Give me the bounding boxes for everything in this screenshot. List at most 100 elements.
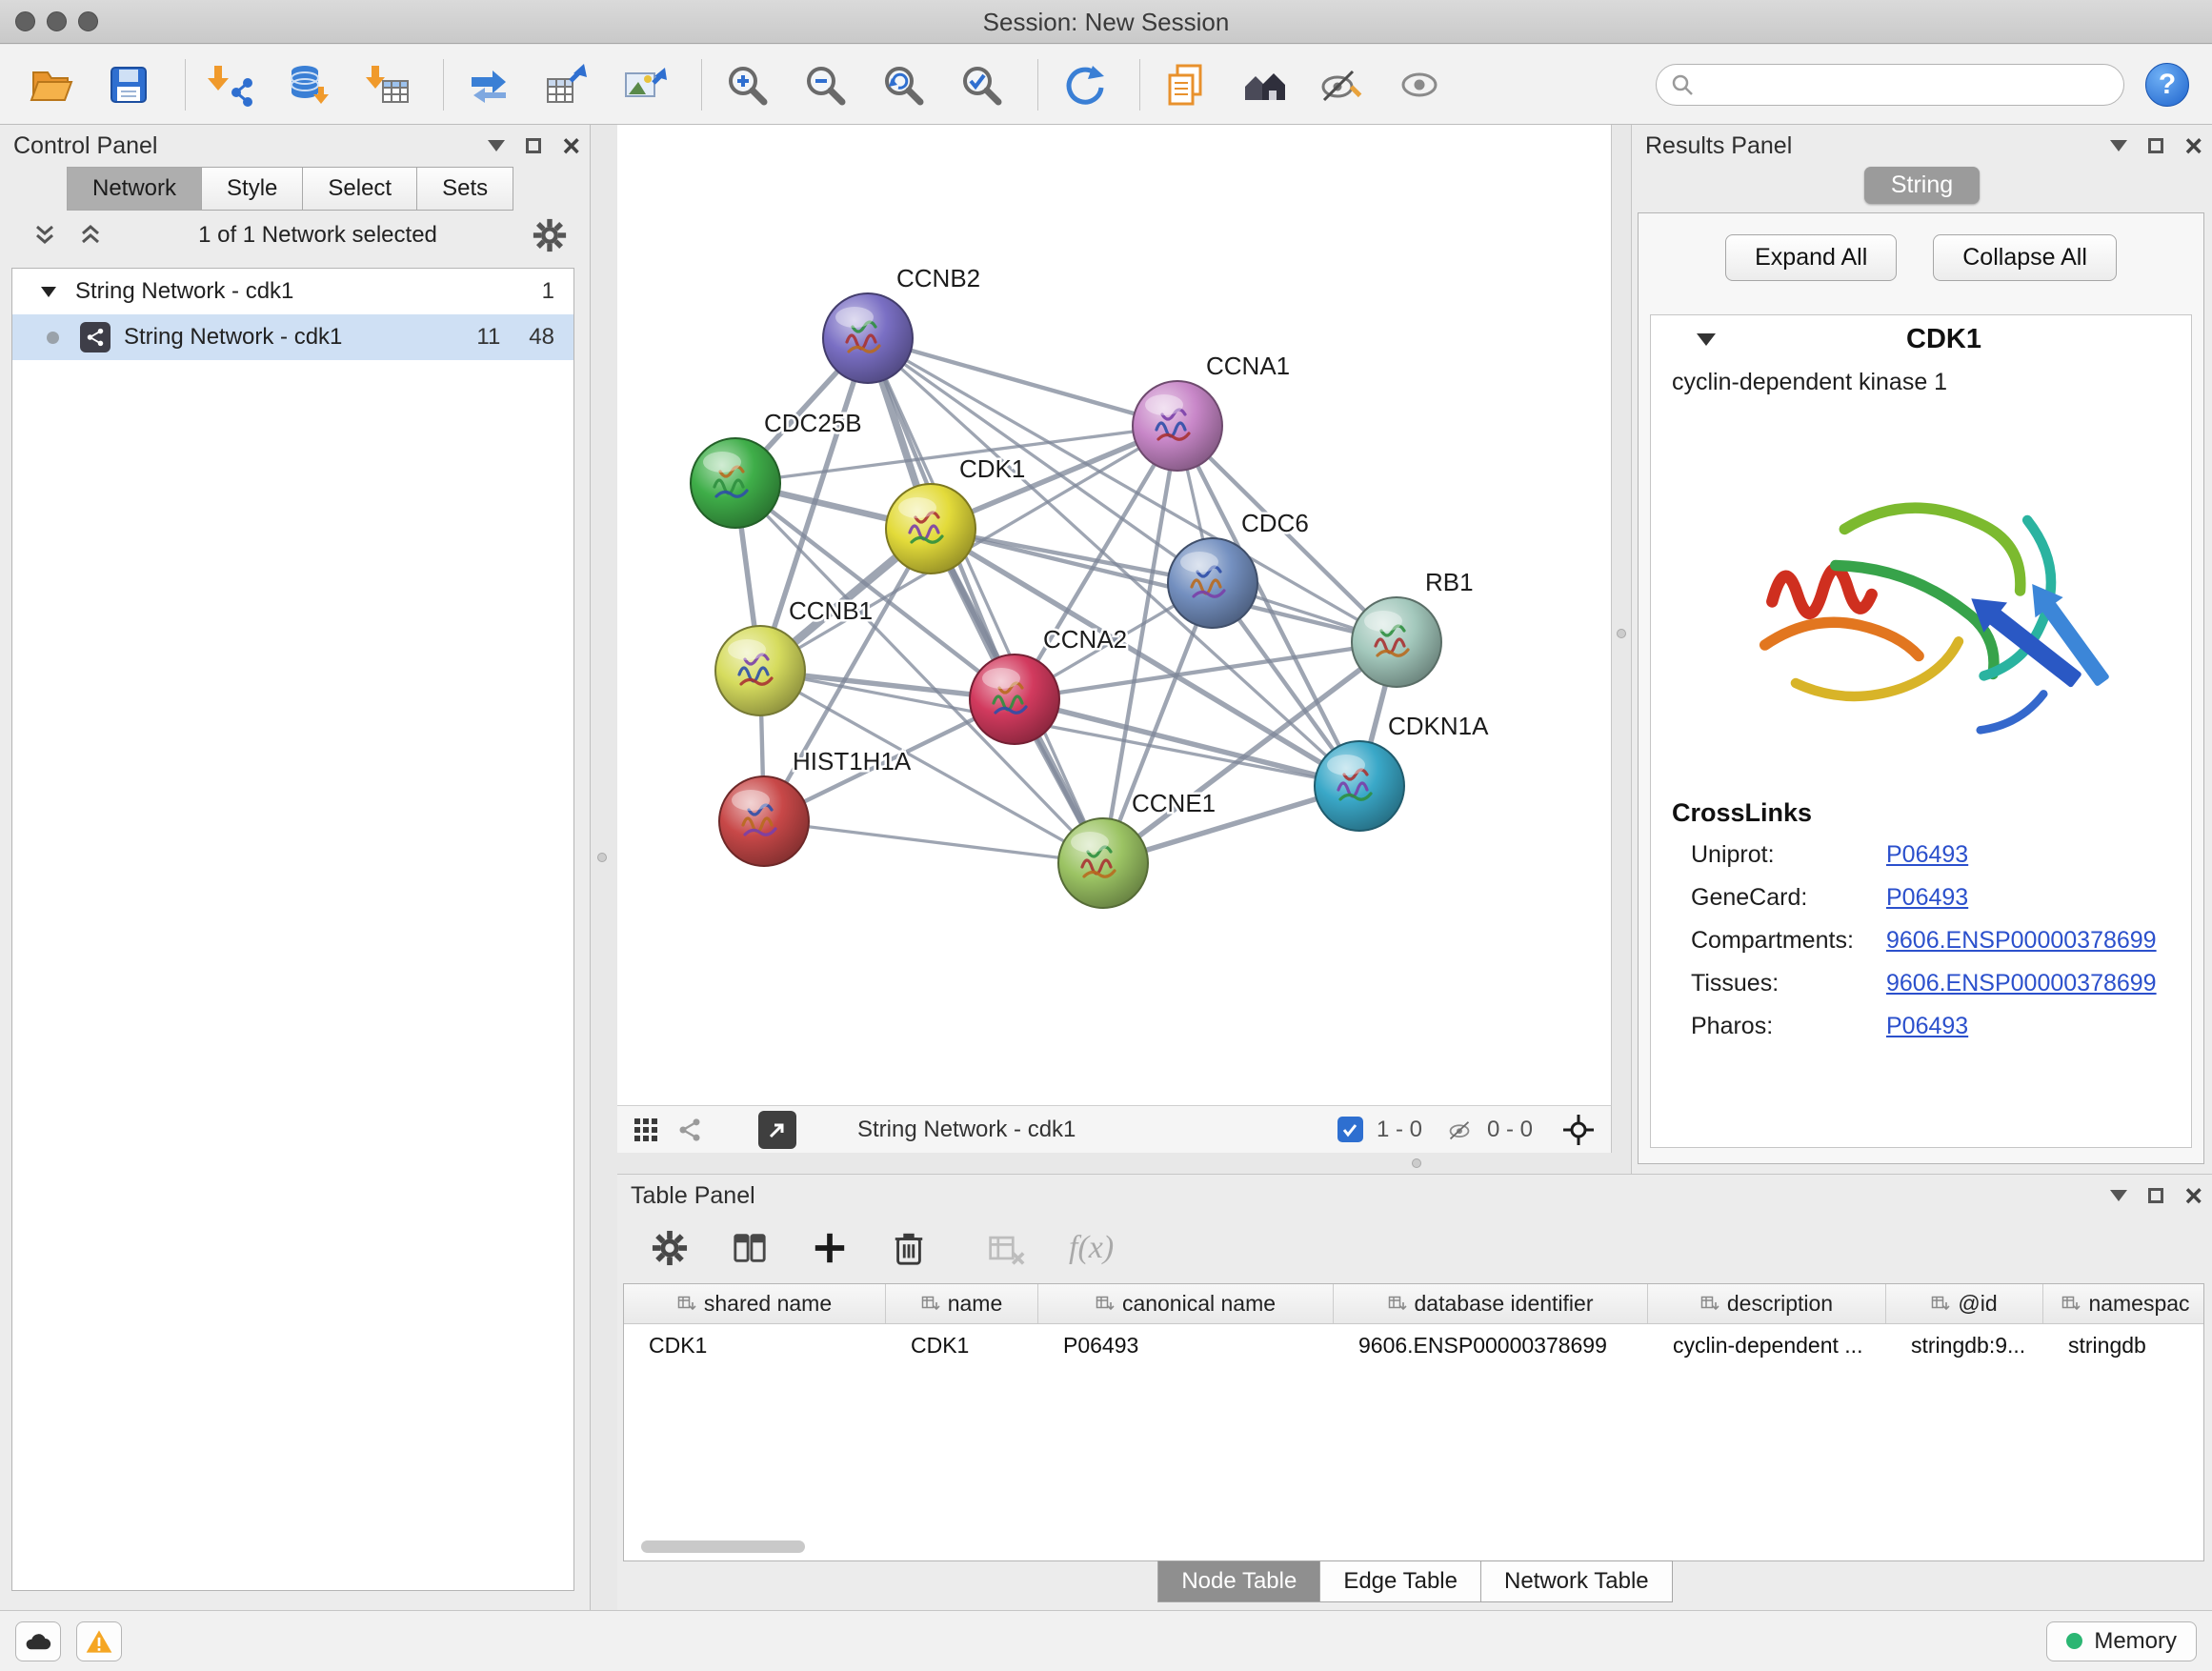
export-image-icon[interactable] (617, 57, 673, 112)
minimize-window-button[interactable] (47, 11, 67, 31)
zoom-out-icon[interactable] (797, 57, 853, 112)
column-header-name[interactable]: name (886, 1284, 1038, 1323)
import-table-icon[interactable] (359, 57, 414, 112)
network-node-RB1[interactable]: RB1 (1352, 568, 1474, 687)
graphics-details-icon[interactable] (1392, 57, 1447, 112)
network-node-CDC25B[interactable]: CDC25B (691, 409, 862, 528)
float-panel-icon[interactable] (2110, 140, 2127, 151)
network-node-CDKN1A[interactable]: CDKN1A (1315, 712, 1489, 831)
open-session-icon[interactable] (23, 57, 78, 112)
tab-string[interactable]: String (1864, 167, 1980, 204)
crosslink-link[interactable]: P06493 (1886, 884, 2191, 912)
collapse-all-button[interactable]: Collapse All (1933, 234, 2117, 281)
gear-icon[interactable] (533, 218, 567, 252)
network-node-CCNB1[interactable]: CCNB1 (715, 596, 873, 715)
network-edge-CDK1-RB1[interactable] (931, 529, 1397, 642)
network-node-CDC6[interactable]: CDC6 (1168, 509, 1309, 628)
zoom-selected-icon[interactable] (954, 57, 1009, 112)
network-edge-HIST1H1A-CCNE1[interactable] (764, 821, 1103, 863)
column-header-description[interactable]: description (1648, 1284, 1886, 1323)
table-cell[interactable]: cyclin-dependent ... (1648, 1333, 1886, 1359)
collapse-section-icon[interactable] (1697, 333, 1716, 346)
selected-indicator-checkbox[interactable] (1337, 1117, 1363, 1142)
tab-network[interactable]: Network (67, 167, 202, 211)
show-columns-icon[interactable] (732, 1230, 768, 1266)
column-header--id[interactable]: @id (1886, 1284, 2043, 1323)
refresh-view-icon[interactable] (1056, 57, 1111, 112)
export-network-icon[interactable] (461, 57, 516, 112)
table-cell[interactable]: stringdb:9... (1886, 1333, 2043, 1359)
zoom-fit-icon[interactable] (875, 57, 931, 112)
column-header-database-identifier[interactable]: database identifier (1334, 1284, 1648, 1323)
crosslink-link[interactable]: 9606.ENSP00000378699 (1886, 970, 2191, 997)
tree-item-network[interactable]: String Network - cdk1 11 48 (12, 314, 573, 360)
float-panel-icon[interactable] (488, 140, 505, 151)
tab-node-table[interactable]: Node Table (1157, 1560, 1320, 1602)
table-cell[interactable]: stringdb (2043, 1333, 2204, 1359)
home-overview-icon[interactable] (1236, 57, 1291, 112)
table-cell[interactable]: 9606.ENSP00000378699 (1334, 1333, 1648, 1359)
maximize-panel-icon[interactable] (526, 138, 541, 153)
copy-document-icon[interactable] (1157, 57, 1213, 112)
close-panel-icon[interactable]: × (2184, 1188, 2202, 1203)
memory-button[interactable]: Memory (2046, 1621, 2197, 1661)
crosslink-link[interactable]: P06493 (1886, 841, 2191, 869)
toggle-annotations-icon[interactable] (1314, 57, 1369, 112)
network-node-CCNA1[interactable]: CCNA1 (1133, 352, 1290, 471)
crosslink-label: Uniprot: (1691, 841, 1886, 869)
import-network-database-icon[interactable] (281, 57, 336, 112)
tab-select[interactable]: Select (302, 167, 417, 211)
close-panel-icon[interactable]: × (562, 138, 580, 153)
tree-item-network-collection[interactable]: String Network - cdk1 1 (12, 269, 573, 314)
crosslink-link[interactable]: P06493 (1886, 1013, 2191, 1040)
right-splitter-handle[interactable] (1617, 629, 1626, 638)
crosslink-link[interactable]: 9606.ENSP00000378699 (1886, 927, 2191, 955)
network-node-label: RB1 (1425, 568, 1474, 596)
network-canvas[interactable]: CCNB2CCNA1CDC25BCDK1CDC6RB1CCNB1CCNA2CDK… (617, 125, 1612, 1105)
maximize-panel-icon[interactable] (2148, 138, 2163, 153)
import-network-file-icon[interactable] (203, 57, 258, 112)
close-window-button[interactable] (15, 11, 35, 31)
tab-edge-table[interactable]: Edge Table (1319, 1560, 1481, 1602)
tab-sets[interactable]: Sets (416, 167, 513, 211)
float-panel-icon[interactable] (2110, 1190, 2127, 1201)
column-header-canonical-name[interactable]: canonical name (1038, 1284, 1334, 1323)
tab-style[interactable]: Style (201, 167, 303, 211)
warnings-button[interactable] (76, 1621, 122, 1661)
zoom-in-icon[interactable] (719, 57, 774, 112)
network-node-CDK1[interactable]: CDK1 (886, 454, 1025, 574)
caret-down-icon[interactable] (41, 287, 56, 297)
search-input[interactable] (1704, 71, 2110, 98)
help-button[interactable]: ? (2145, 63, 2189, 107)
table-row[interactable]: CDK1CDK1P064939606.ENSP00000378699cyclin… (624, 1324, 2203, 1366)
table-settings-gear-icon[interactable] (652, 1230, 688, 1266)
save-session-icon[interactable] (101, 57, 156, 112)
collapse-all-icon[interactable] (32, 221, 57, 250)
export-table-icon[interactable] (539, 57, 594, 112)
network-edge-CCNB2-CCNE1[interactable] (868, 338, 1103, 863)
detach-view-button[interactable] (758, 1111, 796, 1149)
cloud-status-button[interactable] (15, 1621, 61, 1661)
table-cell[interactable]: P06493 (1038, 1333, 1334, 1359)
table-cell[interactable]: CDK1 (624, 1333, 886, 1359)
bottom-splitter-handle[interactable] (1412, 1158, 1421, 1168)
maximize-panel-icon[interactable] (2148, 1188, 2163, 1203)
table-cell[interactable]: CDK1 (886, 1333, 1038, 1359)
column-header-namespac[interactable]: namespac (2043, 1284, 2204, 1323)
table-horizontal-scrollbar[interactable] (641, 1540, 805, 1553)
delete-column-icon[interactable] (892, 1230, 926, 1266)
tab-network-table[interactable]: Network Table (1480, 1560, 1673, 1602)
pan-crosshair-icon[interactable] (1561, 1113, 1596, 1147)
close-panel-icon[interactable]: × (2184, 138, 2202, 153)
network-node-HIST1H1A[interactable]: HIST1H1A (719, 747, 912, 866)
maximize-window-button[interactable] (78, 11, 98, 31)
hidden-eye-icon[interactable] (1445, 1117, 1474, 1142)
network-node-CCNE1[interactable]: CCNE1 (1058, 789, 1216, 908)
network-view-icon[interactable] (676, 1117, 703, 1143)
add-column-icon[interactable] (812, 1230, 848, 1266)
left-splitter-handle[interactable] (597, 853, 607, 862)
expand-all-icon[interactable] (78, 221, 103, 250)
expand-all-button[interactable]: Expand All (1725, 234, 1897, 281)
column-header-shared-name[interactable]: shared name (624, 1284, 886, 1323)
grid-view-icon[interactable] (633, 1117, 659, 1143)
